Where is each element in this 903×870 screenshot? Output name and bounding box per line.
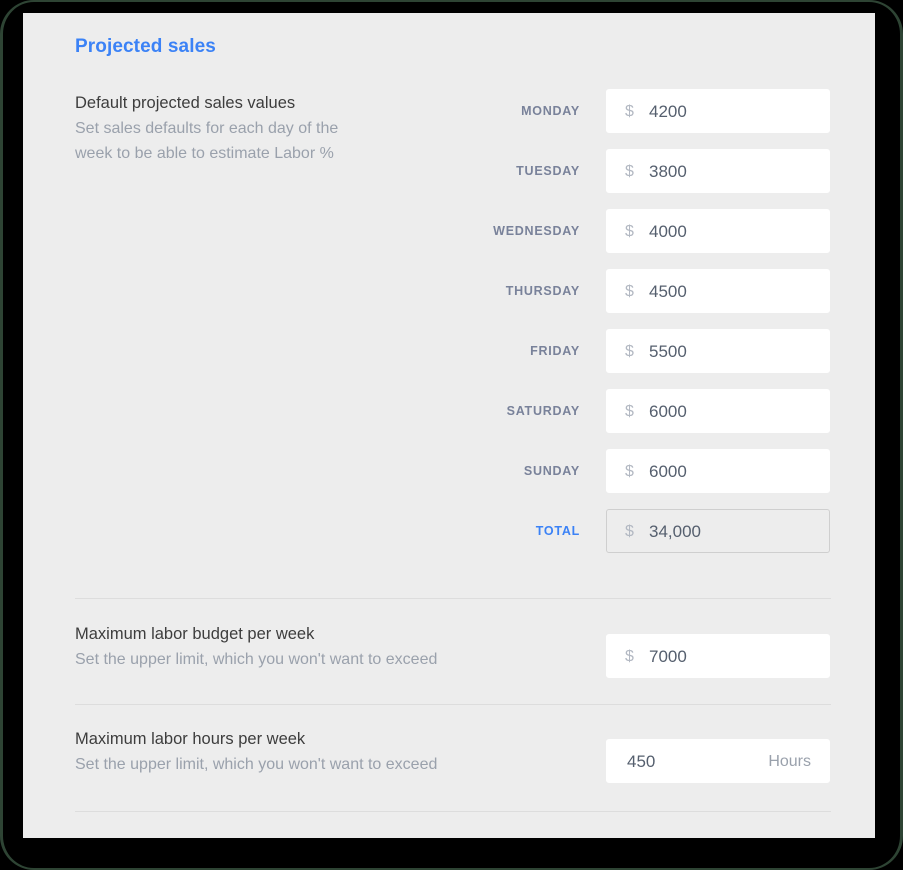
sales-value-total: 34,000 [649, 510, 701, 554]
sales-input-friday[interactable]: $ 5500 [606, 329, 830, 373]
max-labor-budget-input[interactable]: $ 7000 [606, 634, 830, 678]
sales-row-label-sunday: SUNDAY [403, 449, 580, 493]
sales-row-tuesday: TUESDAY $ 3800 [23, 149, 875, 209]
sales-row-wednesday: WEDNESDAY $ 4000 [23, 209, 875, 269]
sales-input-monday[interactable]: $ 4200 [606, 89, 830, 133]
settings-panel: Projected sales Default projected sales … [23, 13, 875, 838]
sales-value-sunday: 6000 [649, 450, 687, 494]
max-labor-hours-unit: Hours [768, 740, 811, 784]
sales-row-label-saturday: SATURDAY [403, 389, 580, 433]
divider-above-max-budget [75, 598, 831, 599]
max-labor-budget-title: Maximum labor budget per week [75, 622, 595, 647]
max-labor-budget-subtitle: Set the upper limit, which you won't wan… [75, 647, 595, 672]
page-title: Projected sales [75, 36, 216, 58]
sales-row-thursday: THURSDAY $ 4500 [23, 269, 875, 329]
currency-symbol-icon: $ [625, 635, 634, 679]
max-labor-budget-value: 7000 [649, 635, 687, 679]
sales-input-thursday[interactable]: $ 4500 [606, 269, 830, 313]
max-labor-budget-row: Maximum labor budget per week Set the up… [23, 622, 875, 702]
max-labor-hours-title: Maximum labor hours per week [75, 727, 595, 752]
currency-symbol-icon: $ [625, 210, 634, 254]
currency-symbol-icon: $ [625, 150, 634, 194]
sales-row-total: TOTAL $ 34,000 [23, 509, 875, 569]
sales-total-field: $ 34,000 [606, 509, 830, 553]
max-labor-hours-description: Maximum labor hours per week Set the upp… [75, 727, 595, 777]
sales-input-tuesday[interactable]: $ 3800 [606, 149, 830, 193]
currency-symbol-icon: $ [625, 450, 634, 494]
currency-symbol-icon: $ [625, 330, 634, 374]
max-labor-hours-value: 450 [627, 740, 655, 784]
sales-row-label-total: TOTAL [403, 509, 580, 553]
divider-above-max-hours [75, 704, 831, 705]
currency-symbol-icon: $ [625, 510, 634, 554]
max-labor-budget-description: Maximum labor budget per week Set the up… [75, 622, 595, 672]
sales-row-label-tuesday: TUESDAY [403, 149, 580, 193]
sales-row-label-thursday: THURSDAY [403, 269, 580, 313]
max-labor-hours-row: Maximum labor hours per week Set the upp… [23, 727, 875, 807]
device-frame: Projected sales Default projected sales … [0, 0, 903, 870]
sales-value-wednesday: 4000 [649, 210, 687, 254]
sales-row-label-wednesday: WEDNESDAY [403, 209, 580, 253]
max-labor-hours-input[interactable]: 450 Hours [606, 739, 830, 783]
currency-symbol-icon: $ [625, 90, 634, 134]
sales-value-thursday: 4500 [649, 270, 687, 314]
sales-input-saturday[interactable]: $ 6000 [606, 389, 830, 433]
max-labor-hours-subtitle: Set the upper limit, which you won't wan… [75, 752, 595, 777]
sales-value-saturday: 6000 [649, 390, 687, 434]
projected-sales-day-rows: MONDAY $ 4200 TUESDAY $ 3800 WEDNESDAY [23, 89, 875, 569]
divider-bottom [75, 811, 831, 812]
sales-row-monday: MONDAY $ 4200 [23, 89, 875, 149]
sales-row-label-monday: MONDAY [403, 89, 580, 133]
currency-symbol-icon: $ [625, 270, 634, 314]
sales-row-label-friday: FRIDAY [403, 329, 580, 373]
sales-value-monday: 4200 [649, 90, 687, 134]
sales-row-friday: FRIDAY $ 5500 [23, 329, 875, 389]
currency-symbol-icon: $ [625, 390, 634, 434]
sales-row-sunday: SUNDAY $ 6000 [23, 449, 875, 509]
sales-value-friday: 5500 [649, 330, 687, 374]
sales-row-saturday: SATURDAY $ 6000 [23, 389, 875, 449]
sales-input-sunday[interactable]: $ 6000 [606, 449, 830, 493]
sales-input-wednesday[interactable]: $ 4000 [606, 209, 830, 253]
sales-value-tuesday: 3800 [649, 150, 687, 194]
